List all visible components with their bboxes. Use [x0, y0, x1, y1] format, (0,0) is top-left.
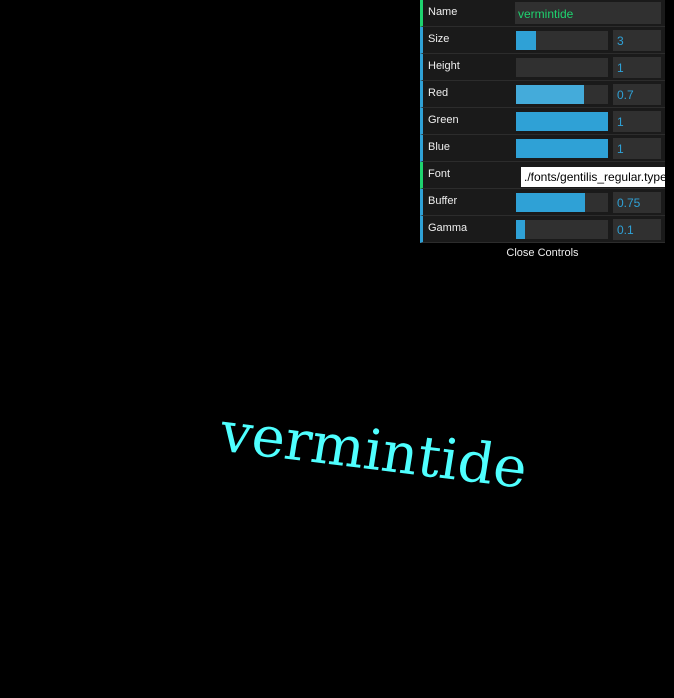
- size-row: Size 3: [420, 27, 665, 54]
- name-input[interactable]: vermintide: [515, 2, 661, 24]
- close-controls-button[interactable]: Close Controls: [420, 243, 665, 263]
- red-row: Red 0.7: [420, 81, 665, 108]
- buffer-slider[interactable]: [516, 193, 608, 212]
- font-label: Font: [428, 168, 451, 180]
- green-slider-fill: [516, 112, 608, 131]
- blue-label: Blue: [428, 141, 451, 153]
- gamma-row: Gamma 0.1: [420, 216, 665, 243]
- name-row: Name vermintide: [420, 0, 665, 27]
- red-slider[interactable]: [516, 85, 608, 104]
- size-label: Size: [428, 33, 450, 45]
- size-slider[interactable]: [516, 31, 608, 50]
- blue-value-input[interactable]: 1: [613, 138, 661, 159]
- gamma-slider-fill: [516, 220, 526, 239]
- size-slider-fill: [516, 31, 537, 50]
- gamma-value-input[interactable]: 0.1: [613, 219, 661, 240]
- blue-row: Blue 1: [420, 135, 665, 162]
- green-value-input[interactable]: 1: [613, 111, 661, 132]
- blue-slider-fill: [516, 139, 608, 158]
- buffer-slider-fill: [516, 193, 585, 212]
- buffer-value-input[interactable]: 0.75: [613, 192, 661, 213]
- height-row: Height 1: [420, 54, 665, 81]
- green-slider[interactable]: [516, 112, 608, 131]
- font-select[interactable]: ./fonts/gentilis_regular.typeface.json: [521, 167, 665, 187]
- blue-slider[interactable]: [516, 139, 608, 158]
- height-label: Height: [428, 60, 460, 72]
- red-label: Red: [428, 87, 449, 99]
- buffer-row: Buffer 0.75: [420, 189, 665, 216]
- green-label: Green: [428, 114, 459, 126]
- font-row: Font ./fonts/gentilis_regular.typeface.j…: [420, 162, 665, 189]
- name-label: Name: [428, 6, 458, 18]
- red-slider-fill: [516, 85, 585, 104]
- gamma-slider[interactable]: [516, 220, 608, 239]
- red-value-input[interactable]: 0.7: [613, 84, 661, 105]
- controls-panel: Name vermintide Size 3 Height 1 Red 0.7 …: [420, 0, 665, 263]
- height-slider[interactable]: [516, 58, 608, 77]
- gamma-label: Gamma: [428, 222, 468, 234]
- green-row: Green 1: [420, 108, 665, 135]
- height-value-input[interactable]: 1: [613, 57, 661, 78]
- buffer-label: Buffer: [428, 195, 458, 207]
- size-value-input[interactable]: 3: [613, 30, 661, 51]
- rendered-3d-text: vermintide: [215, 400, 532, 502]
